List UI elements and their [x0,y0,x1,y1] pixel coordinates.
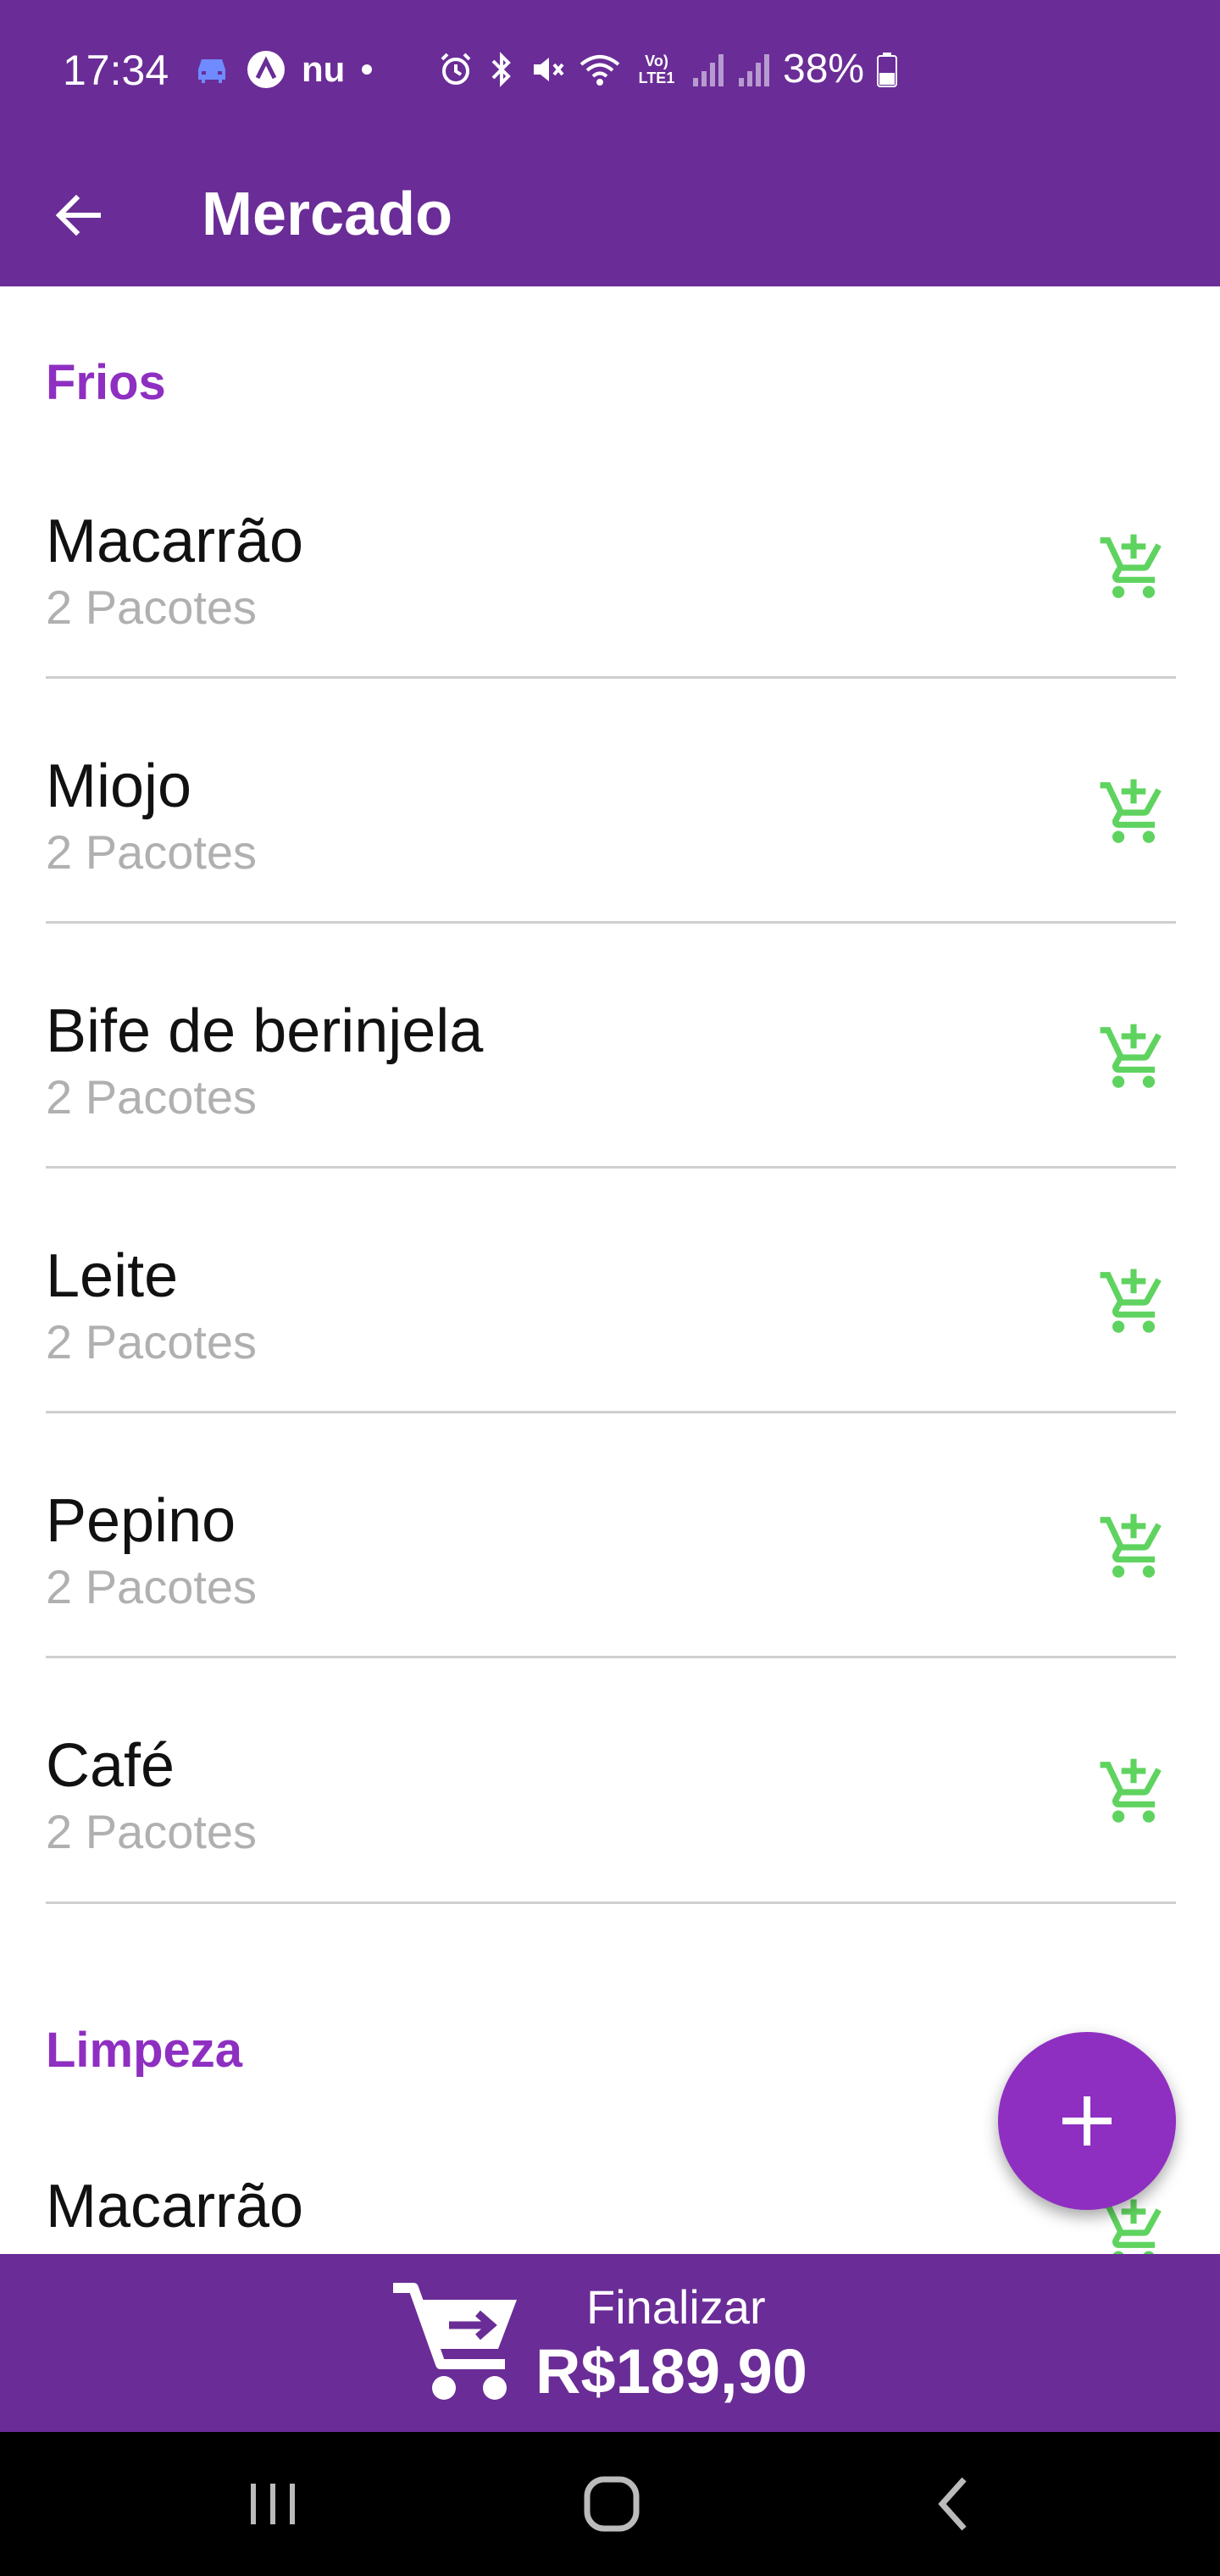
alarm-icon [437,51,474,88]
add-to-cart-button[interactable] [1091,1750,1176,1835]
item-quantity: 2 Pacotes [46,1315,258,1368]
divider [46,921,1176,924]
nu-logo-icon: nu [302,49,346,89]
add-to-cart-button[interactable] [1091,1505,1176,1590]
item-name: Pepino [46,1487,236,1555]
system-nav-bar [0,2432,1220,2576]
battery-icon [876,51,898,88]
back-nav-button[interactable] [912,2466,996,2542]
recent-apps-icon [251,2484,295,2524]
list-item[interactable]: Bife de berinjela 2 Pacotes [46,937,1176,1181]
add-item-fab[interactable] [998,2032,1176,2210]
plus-icon [1062,2096,1112,2146]
status-bar: 17:34 nu Vo) LTE1 38% [0,0,1220,146]
list-item[interactable]: Miojo 2 Pacotes [46,692,1176,936]
dot-icon [360,63,374,76]
volte-icon: Vo) LTE1 [638,52,675,86]
divider [46,1901,1176,1904]
list-item[interactable]: Café 2 Pacotes [46,1672,1176,1916]
add-to-cart-button[interactable] [1091,770,1176,855]
add-to-cart-button[interactable] [1091,1260,1176,1345]
mute-icon [529,51,566,88]
wifi-icon [578,51,622,88]
divider [46,676,1176,679]
item-quantity: 2 Pacotes [46,580,258,634]
status-time: 17:34 [63,47,169,94]
battery-percent: 38% [783,47,865,92]
item-name: Miojo [46,752,192,820]
item-name: Macarrão [46,2173,304,2240]
add-shopping-cart-icon [1100,1269,1162,1333]
item-name: Café [46,1732,175,1800]
add-shopping-cart-icon [1100,1024,1162,1088]
list-item[interactable]: Leite 2 Pacotes [46,1182,1176,1426]
status-left-icons: nu [193,49,374,90]
shopping-list: Frios Macarrão 2 Pacotes Miojo 2 Pacotes… [0,286,1220,2254]
arrow-left-icon [55,194,101,236]
section-header-limpeza: Limpeza [46,2023,243,2078]
item-name: Bife de berinjela [46,997,484,1065]
status-right-icons: Vo) LTE1 38% [437,46,898,92]
list-item[interactable]: Pepino 2 Pacotes [46,1427,1176,1671]
item-quantity: 2 Pacotes [46,1560,258,1613]
item-name: Leite [46,1242,179,1310]
divider [46,1166,1176,1169]
item-quantity: 2 Pacotes [46,2245,257,2254]
add-shopping-cart-icon [1100,534,1162,598]
home-button[interactable] [569,2466,654,2542]
item-quantity: 2 Pacotes [46,825,258,879]
car-icon [193,53,230,86]
signal-icon [691,51,725,88]
item-name: Macarrão [46,508,304,575]
page-title: Mercado [202,180,453,248]
back-chevron-icon [938,2477,967,2531]
add-shopping-cart-icon [1100,779,1162,843]
section-header-frios: Frios [46,355,166,410]
finalize-label: Finalizar [586,2280,766,2334]
add-shopping-cart-icon [1100,1758,1162,1823]
item-quantity: 2 Pacotes [46,1070,258,1124]
item-quantity: 2 Pacotes [46,1805,258,1858]
nu-app-icon [246,49,286,90]
bluetooth-icon [486,51,517,88]
divider [46,1656,1176,1658]
finalize-button[interactable]: Finalizar R$189,90 [0,2254,1220,2432]
add-shopping-cart-icon [1100,1513,1162,1578]
back-button[interactable] [42,180,114,251]
add-to-cart-button[interactable] [1091,525,1176,610]
total-amount: R$189,90 [535,2336,807,2407]
app-bar: Mercado [0,146,1220,286]
add-to-cart-button[interactable] [1091,1015,1176,1100]
home-icon [584,2476,640,2532]
divider [46,1411,1176,1413]
cart-checkout-icon [393,2283,517,2400]
signal-icon [737,51,771,88]
recent-apps-button[interactable] [230,2466,315,2542]
list-item[interactable]: Macarrão 2 Pacotes [46,447,1176,691]
